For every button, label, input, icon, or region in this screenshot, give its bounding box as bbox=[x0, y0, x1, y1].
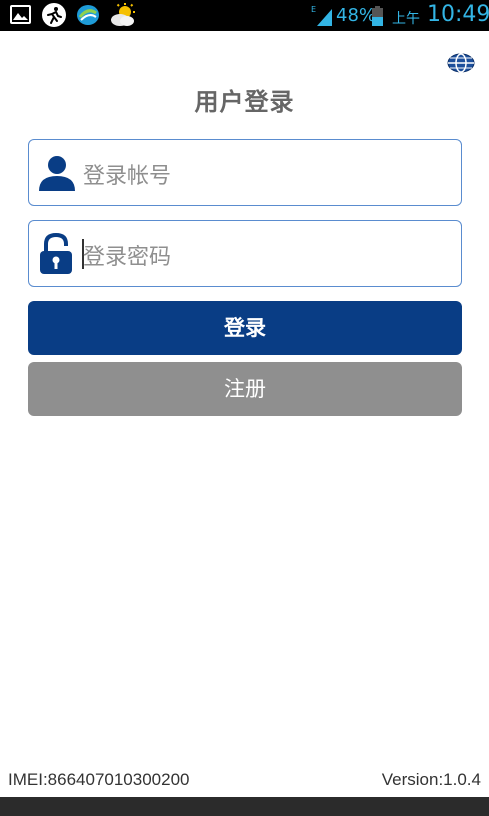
battery-percent: 48% bbox=[336, 5, 377, 26]
password-input[interactable]: 登录密码 bbox=[83, 239, 171, 271]
gallery-icon bbox=[10, 5, 31, 24]
clock-time: 10:49 bbox=[427, 2, 489, 27]
clock-ampm: 上午 bbox=[392, 11, 420, 27]
china-mobile-icon bbox=[76, 3, 100, 27]
signal-icon: E bbox=[311, 5, 333, 30]
imei-label: IMEI:866407010300200 bbox=[8, 770, 190, 789]
login-button[interactable]: 登录 bbox=[28, 301, 462, 355]
navigation-bar bbox=[0, 797, 489, 816]
running-icon bbox=[42, 3, 66, 27]
globe-icon[interactable] bbox=[447, 53, 475, 73]
battery-icon bbox=[372, 6, 383, 26]
status-bar: E 48% 上午 10:49 bbox=[0, 0, 489, 31]
register-button[interactable]: 注册 bbox=[28, 362, 462, 416]
weather-icon bbox=[109, 3, 137, 27]
page-title: 用户登录 bbox=[194, 88, 295, 116]
lock-icon bbox=[38, 232, 74, 279]
svg-text:E: E bbox=[311, 5, 316, 14]
user-icon bbox=[38, 155, 76, 195]
account-field[interactable]: 登录帐号 bbox=[28, 139, 462, 206]
account-input[interactable]: 登录帐号 bbox=[83, 158, 171, 190]
password-field[interactable]: 登录密码 bbox=[28, 220, 462, 287]
version-label: Version:1.0.4 bbox=[381, 770, 481, 789]
